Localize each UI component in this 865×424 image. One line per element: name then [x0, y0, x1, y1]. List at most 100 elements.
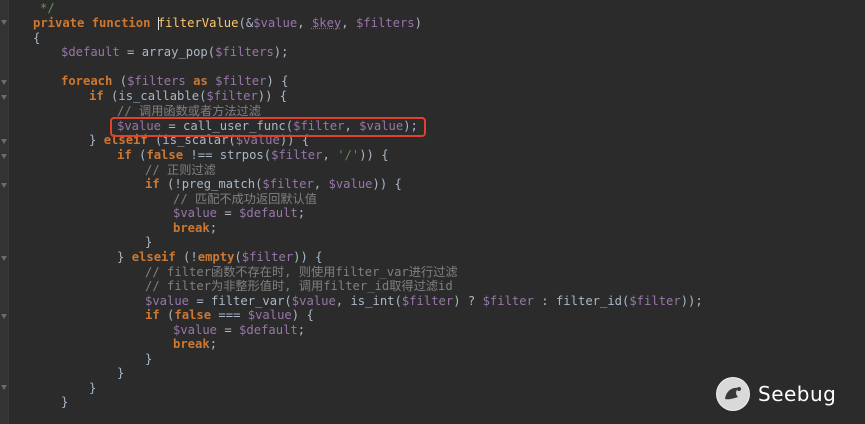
code-token: ); — [273, 45, 289, 59]
fold-icon[interactable] — [0, 20, 7, 28]
code-token: ) { — [266, 74, 289, 88]
code-token: , — [313, 177, 329, 191]
var-token: $value — [145, 294, 190, 308]
var-token: $filter — [401, 294, 454, 308]
code-line-1: */ — [40, 1, 55, 16]
code-line-2: private function filterValue(&$value, $k… — [33, 16, 422, 31]
var-token: $filter — [271, 148, 323, 162]
fold-icon[interactable] — [0, 139, 7, 147]
code-line-26: } — [89, 381, 96, 396]
var-token: $filter — [215, 74, 267, 88]
code-line-13: // 匹配不成功返回默认值 — [173, 192, 317, 207]
code-line-14: $value = $default; — [173, 206, 305, 221]
code-line-24: } — [145, 352, 152, 367]
editor-gutter — [0, 0, 9, 424]
keyword-token: foreach — [61, 74, 113, 88]
code-token: ( — [234, 250, 242, 264]
keyword-token: if — [145, 177, 160, 191]
code-token: (! — [175, 250, 198, 264]
fold-icon[interactable] — [0, 385, 7, 393]
code-token: )) { — [372, 177, 402, 191]
var-token: $filter — [206, 89, 258, 103]
keyword-private: private — [33, 16, 85, 30]
code-token: { — [33, 31, 41, 45]
keyword-token: false — [146, 148, 184, 162]
code-token: )) { — [293, 250, 323, 264]
code-token: } — [117, 250, 132, 264]
keyword-token: break — [173, 337, 210, 351]
keyword-token: break — [173, 221, 210, 235]
fold-icon[interactable] — [0, 314, 7, 322]
code-token: (& — [238, 16, 254, 30]
code-token: ( — [159, 308, 175, 322]
code-token: , — [297, 16, 312, 30]
var-token: $filter — [482, 294, 534, 308]
code-token: ; — [297, 206, 306, 220]
var-token: $value — [247, 308, 292, 322]
code-token: } — [117, 366, 125, 380]
code-token: , is_int( — [335, 294, 402, 308]
fold-icon[interactable] — [0, 154, 7, 162]
code-line-11: // 正则过滤 — [145, 163, 216, 178]
keyword-token: empty — [197, 250, 235, 264]
keyword-token: elseif — [131, 250, 176, 264]
var-token: $value — [173, 323, 218, 337]
code-token: ; — [209, 337, 218, 351]
var-token: $filters — [215, 45, 274, 59]
code-token: , — [341, 16, 356, 30]
code-line-22: $value = $default; — [173, 323, 305, 338]
code-token: )); — [680, 294, 703, 308]
code-token: = — [217, 206, 240, 220]
code-line-18: // filter函数不存在时, 则使用filter_var进行过滤 — [145, 265, 458, 280]
code-line-15: break; — [173, 221, 217, 236]
var-token: $value — [291, 294, 336, 308]
code-token: } — [61, 395, 69, 409]
code-token: } — [145, 235, 153, 249]
code-comment: // 匹配不成功返回默认值 — [173, 192, 317, 206]
code-token: ) ? — [453, 294, 483, 308]
code-token: } — [89, 381, 97, 395]
code-token: ) — [414, 16, 422, 30]
code-token: : filter_id( — [533, 294, 630, 308]
code-comment: // filter函数不存在时, 则使用filter_var进行过滤 — [145, 265, 458, 279]
keyword-token: if — [145, 308, 160, 322]
seebug-logo-text: Seebug — [758, 382, 837, 406]
doc-comment-end: */ — [40, 1, 55, 15]
keyword-token: if — [89, 89, 104, 103]
code-token: ( — [112, 74, 128, 88]
var-token: $value — [253, 16, 298, 30]
code-token: !== strpos( — [183, 148, 272, 162]
string-token: '/' — [337, 148, 360, 162]
var-token: $default — [239, 323, 298, 337]
code-token: = — [217, 323, 240, 337]
code-line-21: if (false === $value) { — [145, 308, 314, 323]
fold-icon[interactable] — [0, 256, 7, 264]
var-token: $filter — [629, 294, 681, 308]
seebug-logo-icon — [716, 377, 750, 411]
code-comment: // 正则过滤 — [145, 163, 216, 177]
fold-icon[interactable] — [0, 80, 7, 88]
code-token: (is_callable( — [103, 89, 207, 103]
code-token: ; — [297, 323, 306, 337]
function-name: filterValue — [157, 16, 239, 30]
var-token: $key — [311, 16, 342, 30]
code-token: = filter_var( — [189, 294, 292, 308]
keyword-token: if — [117, 148, 132, 162]
keyword-token: as — [185, 74, 216, 88]
code-line-6: if (is_callable($filter)) { — [89, 89, 287, 104]
code-line-25: } — [117, 366, 124, 381]
fold-icon[interactable] — [0, 183, 7, 191]
code-token: (!preg_match( — [159, 177, 263, 191]
code-line-23: break; — [173, 337, 217, 352]
code-line-19: // filter为非整形值时, 调用filter_id取得过滤id — [145, 279, 453, 294]
var-token: $value — [173, 206, 218, 220]
code-line-20: $value = filter_var($value, is_int($filt… — [145, 294, 703, 309]
code-comment: // 调用函数或者方法过滤 — [117, 104, 261, 118]
code-token: )) { — [359, 148, 389, 162]
code-editor[interactable]: */ private function filterValue(&$value,… — [12, 0, 865, 424]
var-token: $default — [239, 206, 298, 220]
code-token: } — [89, 133, 104, 147]
code-line-17: } elseif (!empty($filter)) { — [117, 250, 323, 265]
code-line-5: foreach ($filters as $filter) { — [61, 74, 289, 89]
fold-icon[interactable] — [0, 95, 7, 103]
